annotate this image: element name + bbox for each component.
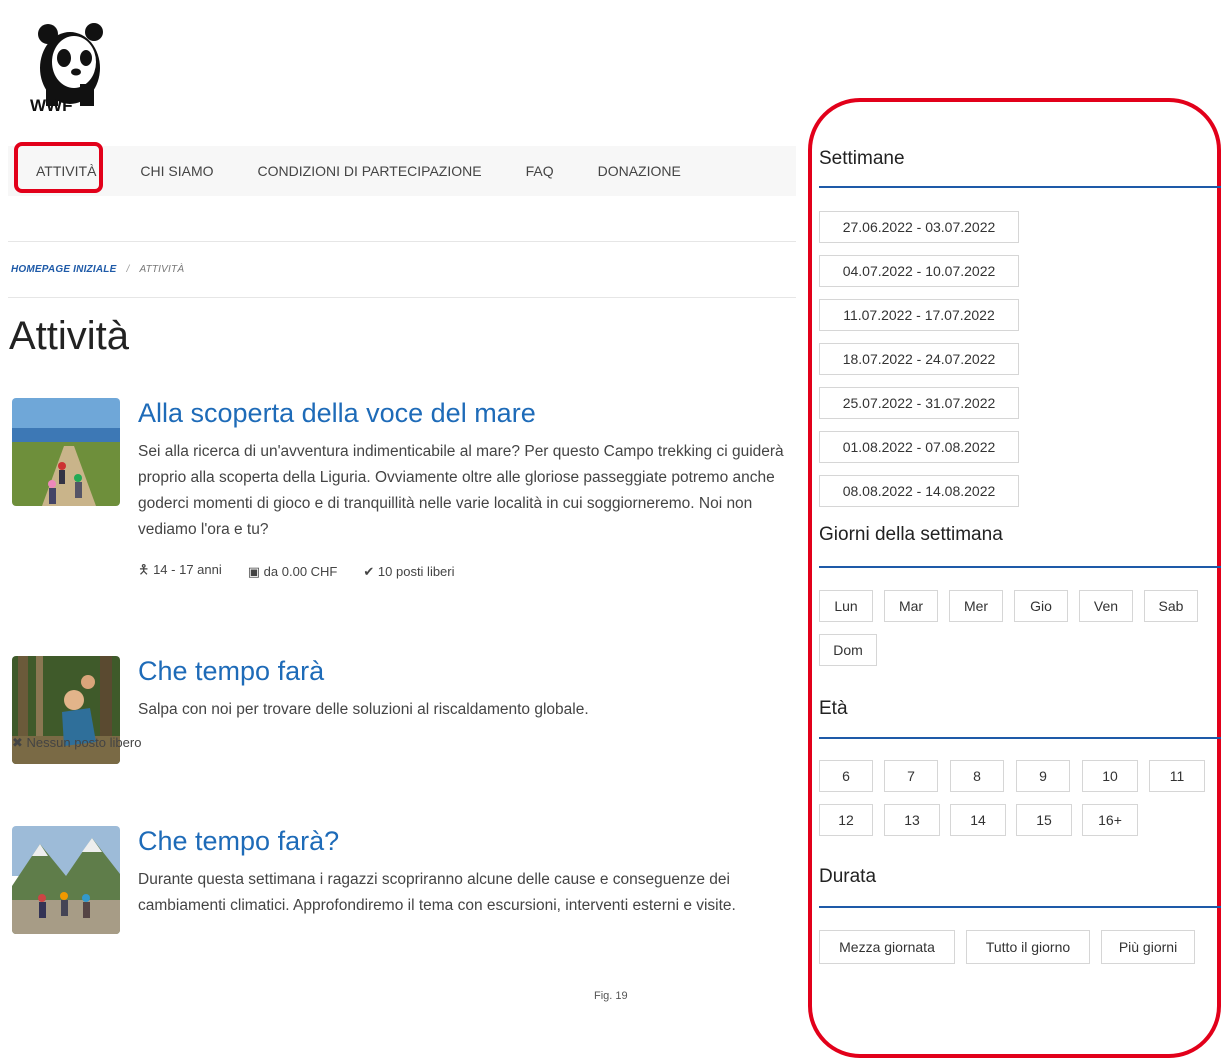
filter-heading-weeks: Settimane — [819, 148, 905, 169]
filter-rule — [819, 737, 1221, 739]
filter-heading-duration: Durata — [819, 866, 877, 887]
duration-option-full-day[interactable]: Tutto il giorno — [966, 930, 1090, 964]
nav-item-attivita[interactable]: ATTIVITÀ — [14, 146, 118, 196]
duration-option-multi-day[interactable]: Più giorni — [1101, 930, 1195, 964]
day-option-ven[interactable]: Ven — [1079, 590, 1133, 622]
page-title: Attività — [9, 314, 130, 358]
activity-thumbnail-hikers[interactable] — [12, 398, 120, 506]
breadcrumb-home-link[interactable]: HOMEPAGE INIZIALE — [11, 264, 116, 275]
divider — [8, 241, 796, 242]
age-option[interactable]: 14 — [950, 804, 1006, 836]
age-option[interactable]: 11 — [1149, 760, 1205, 792]
age-meta: 🯅 14 - 17 anni — [138, 561, 222, 583]
day-option-lun[interactable]: Lun — [819, 590, 873, 622]
nav-item-donazione[interactable]: DONAZIONE — [576, 146, 703, 196]
filter-rule — [819, 566, 1221, 568]
money-icon: ▣ — [247, 564, 261, 579]
check-icon: ✔ — [363, 564, 375, 579]
week-option[interactable]: 25.07.2022 - 31.07.2022 — [819, 387, 1019, 419]
divider — [8, 297, 796, 298]
day-option-mar[interactable]: Mar — [884, 590, 938, 622]
person-icon: 🯅 — [138, 562, 150, 577]
age-range: 14 - 17 anni — [153, 562, 222, 577]
age-option[interactable]: 16+ — [1082, 804, 1138, 836]
age-option[interactable]: 7 — [884, 760, 938, 792]
week-option[interactable]: 27.06.2022 - 03.07.2022 — [819, 211, 1019, 243]
age-option[interactable]: 15 — [1016, 804, 1072, 836]
main-nav: ATTIVITÀ CHI SIAMO CONDIZIONI DI PARTECI… — [8, 146, 796, 196]
price-text: da 0.00 CHF — [263, 564, 338, 579]
day-option-gio[interactable]: Gio — [1014, 590, 1068, 622]
nav-item-faq[interactable]: FAQ — [504, 146, 576, 196]
logo-text: WWF — [30, 96, 73, 115]
seats-meta: ✔ 10 posti liberi — [363, 564, 454, 580]
breadcrumb-separator: / — [126, 264, 130, 275]
week-option[interactable]: 18.07.2022 - 24.07.2022 — [819, 343, 1019, 375]
seats-text: 10 posti liberi — [377, 564, 455, 579]
age-option[interactable]: 8 — [950, 760, 1004, 792]
nav-item-condizioni[interactable]: CONDIZIONI DI PARTECIPAZIONE — [236, 146, 504, 196]
age-option[interactable]: 9 — [1016, 760, 1070, 792]
nav-item-chi-siamo[interactable]: CHI SIAMO — [118, 146, 235, 196]
day-option-dom[interactable]: Dom — [819, 634, 877, 666]
breadcrumb-current: ATTIVITÀ — [139, 264, 185, 275]
week-option[interactable]: 11.07.2022 - 17.07.2022 — [819, 299, 1019, 331]
duration-option-half-day[interactable]: Mezza giornata — [819, 930, 955, 964]
activity-title-link[interactable]: Che tempo farà? — [138, 826, 788, 857]
figure-caption: Fig. 19 — [594, 990, 628, 1002]
activity-description: Salpa con noi per trovare delle soluzion… — [138, 701, 589, 718]
price-meta: ▣ da 0.00 CHF — [248, 564, 338, 580]
activity-title-link[interactable]: Che tempo farà — [138, 656, 788, 687]
age-option[interactable]: 13 — [884, 804, 940, 836]
activity-meta: ✖ Nessun posto libero — [12, 735, 788, 751]
activity-meta: 🯅 14 - 17 anni ▣ da 0.00 CHF ✔ 10 posti … — [138, 561, 788, 583]
day-option-mer[interactable]: Mer — [949, 590, 1003, 622]
filter-rule — [819, 906, 1221, 908]
age-option[interactable]: 10 — [1082, 760, 1138, 792]
week-option[interactable]: 08.08.2022 - 14.08.2022 — [819, 475, 1019, 507]
seats-text: Nessun posto libero — [26, 735, 142, 750]
week-option[interactable]: 04.07.2022 - 10.07.2022 — [819, 255, 1019, 287]
week-option[interactable]: 01.08.2022 - 07.08.2022 — [819, 431, 1019, 463]
filter-heading-days: Giorni della settimana — [819, 524, 1003, 545]
activity-description: Sei alla ricerca di un'avventura indimen… — [138, 443, 784, 538]
filter-heading-age: Età — [819, 698, 848, 719]
breadcrumb: HOMEPAGE INIZIALE / ATTIVITÀ — [11, 264, 184, 275]
age-option[interactable]: 6 — [819, 760, 873, 792]
cross-icon: ✖ — [12, 735, 23, 750]
activity-title-link[interactable]: Alla scoperta della voce del mare — [138, 398, 788, 429]
day-option-sab[interactable]: Sab — [1144, 590, 1198, 622]
age-option[interactable]: 12 — [819, 804, 873, 836]
activity-thumbnail-mountains[interactable] — [12, 826, 120, 934]
filter-rule — [819, 186, 1221, 188]
activity-description: Durante questa settimana i ragazzi scopr… — [138, 871, 736, 914]
seats-meta: ✖ Nessun posto libero — [12, 735, 141, 751]
